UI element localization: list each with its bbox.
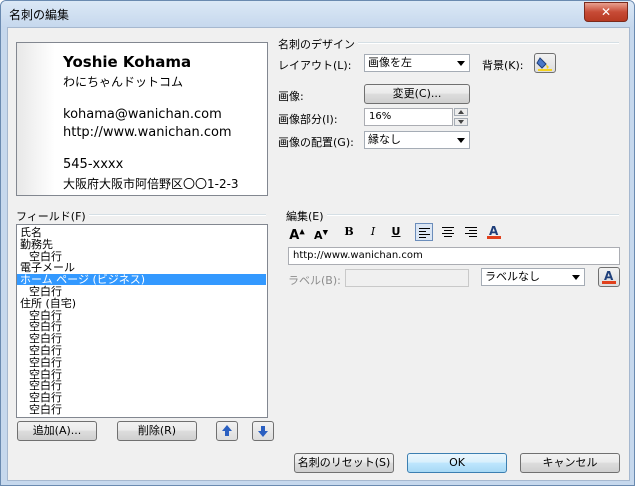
field-list-item[interactable]: 電子メール [20, 262, 75, 273]
image-position-select[interactable]: 縁なし [364, 131, 470, 149]
field-list-item[interactable]: 空白行 [29, 286, 62, 297]
move-down-button[interactable] [252, 421, 274, 441]
cancel-button[interactable]: キャンセル [520, 453, 620, 473]
dialog-window: 名刺の編集 ✕ Yoshie Kohama わにちゃんドットコム kohama@… [0, 0, 635, 486]
underline-icon: U [391, 225, 401, 238]
image-position-value: 縁なし [368, 133, 401, 146]
chevron-down-icon [457, 138, 465, 143]
card-name: Yoshie Kohama [63, 53, 192, 71]
font-color-button[interactable]: A [485, 223, 503, 241]
image-position-label: 画像の配置(G): [278, 136, 354, 149]
label-position-select[interactable]: ラベルなし [481, 268, 585, 286]
field-list-item[interactable]: ホーム ページ (ビジネス) [17, 274, 266, 286]
image-label: 画像: [278, 90, 304, 103]
field-list-item[interactable]: 空白行 [29, 404, 62, 415]
increase-font-size-button[interactable]: A▲ [288, 223, 306, 244]
layout-select[interactable]: 画像を左 [364, 54, 470, 72]
move-up-button[interactable] [216, 421, 238, 441]
paint-bucket-icon [536, 57, 552, 71]
field-list-item[interactable]: 空白行 [29, 369, 62, 380]
field-list-item[interactable]: 空白行 [29, 345, 62, 356]
decrease-font-size-button[interactable]: A▼ [312, 223, 330, 242]
field-list-item[interactable]: 勤務先 [20, 239, 53, 250]
background-color-button[interactable] [534, 53, 556, 73]
font-color-icon: A [487, 224, 501, 239]
change-image-button[interactable]: 変更(C)... [364, 84, 470, 104]
close-button[interactable]: ✕ [584, 2, 628, 22]
edit-group-title: 編集(E) [286, 208, 327, 224]
arrow-down-icon [258, 426, 268, 437]
underline-button[interactable]: U [387, 223, 405, 241]
chevron-down-icon [457, 61, 465, 66]
label-position-value: ラベルなし [485, 270, 540, 283]
align-left-button[interactable] [415, 223, 433, 241]
edit-text-input[interactable]: http://www.wanichan.com [288, 247, 620, 265]
field-list-item[interactable]: 空白行 [29, 310, 62, 321]
label-label: ラベル(B): [288, 274, 341, 287]
field-list-item[interactable]: 住所 (自宅) [20, 298, 76, 309]
svg-text:A: A [604, 269, 614, 283]
image-area-spinner[interactable] [454, 108, 468, 126]
label-input[interactable] [345, 269, 469, 287]
align-center-button[interactable] [439, 223, 457, 241]
fields-label: フィールド(F) [16, 208, 89, 224]
delete-field-button[interactable]: 削除(R) [117, 421, 197, 441]
card-url: http://www.wanichan.com [63, 125, 232, 140]
background-label: 背景(K): [482, 59, 524, 72]
field-list-item[interactable]: 空白行 [29, 333, 62, 344]
italic-icon: I [370, 225, 376, 238]
edit-group-line [288, 214, 619, 216]
align-right-icon [465, 227, 477, 237]
align-right-button[interactable] [462, 223, 480, 241]
font-grow-icon: A▲ [289, 228, 305, 244]
italic-button[interactable]: I [364, 223, 382, 241]
card-email: kohama@wanichan.com [63, 107, 222, 122]
arrow-up-icon [222, 425, 232, 436]
spin-up-icon[interactable] [454, 108, 468, 116]
design-group-title: 名刺のデザイン [278, 36, 358, 52]
align-center-icon [442, 227, 454, 237]
spin-down-icon[interactable] [454, 118, 468, 126]
card-postal: 545-xxxx [63, 157, 124, 172]
image-area-input[interactable]: 16% [364, 108, 453, 126]
chevron-down-icon [572, 275, 580, 280]
card-preview: Yoshie Kohama わにちゃんドットコム kohama@wanichan… [16, 42, 268, 196]
field-list-item[interactable]: 氏名 [20, 227, 42, 238]
field-list-item[interactable]: 空白行 [29, 321, 62, 332]
card-image-area [17, 43, 55, 195]
font-shrink-icon: A▼ [314, 228, 328, 242]
field-list-item[interactable]: 空白行 [29, 251, 62, 262]
fields-listbox[interactable]: 氏名 勤務先 空白行 電子メール ホーム ページ (ビジネス) 空白行 住所 (自宅) 空白行… [16, 224, 268, 418]
reset-card-button[interactable]: 名刺のリセット(S) [294, 453, 394, 473]
card-company: わにちゃんドットコム [63, 75, 184, 89]
dialog-client: Yoshie Kohama わにちゃんドットコム kohama@wanichan… [7, 27, 630, 481]
ok-button[interactable]: OK [407, 453, 507, 473]
window-title: 名刺の編集 [9, 8, 70, 22]
label-color-button[interactable]: A [598, 267, 620, 287]
card-address: 大阪府大阪市阿倍野区〇〇1-2-3 [63, 177, 239, 191]
field-list-item[interactable]: 空白行 [29, 380, 62, 391]
field-list-item[interactable]: 空白行 [29, 357, 62, 368]
font-color-icon: A [602, 269, 616, 284]
title-bar: 名刺の編集 ✕ [1, 1, 634, 27]
bold-button[interactable]: B [340, 223, 358, 241]
image-area-label: 画像部分(I): [278, 113, 338, 126]
align-left-icon [419, 228, 430, 238]
layout-label: レイアウト(L): [278, 59, 352, 72]
layout-value: 画像を左 [368, 56, 412, 69]
field-list-item[interactable]: 空白行 [29, 392, 62, 403]
svg-text:A: A [489, 224, 499, 238]
bold-icon: B [344, 225, 354, 238]
add-field-button[interactable]: 追加(A)... [17, 421, 97, 441]
